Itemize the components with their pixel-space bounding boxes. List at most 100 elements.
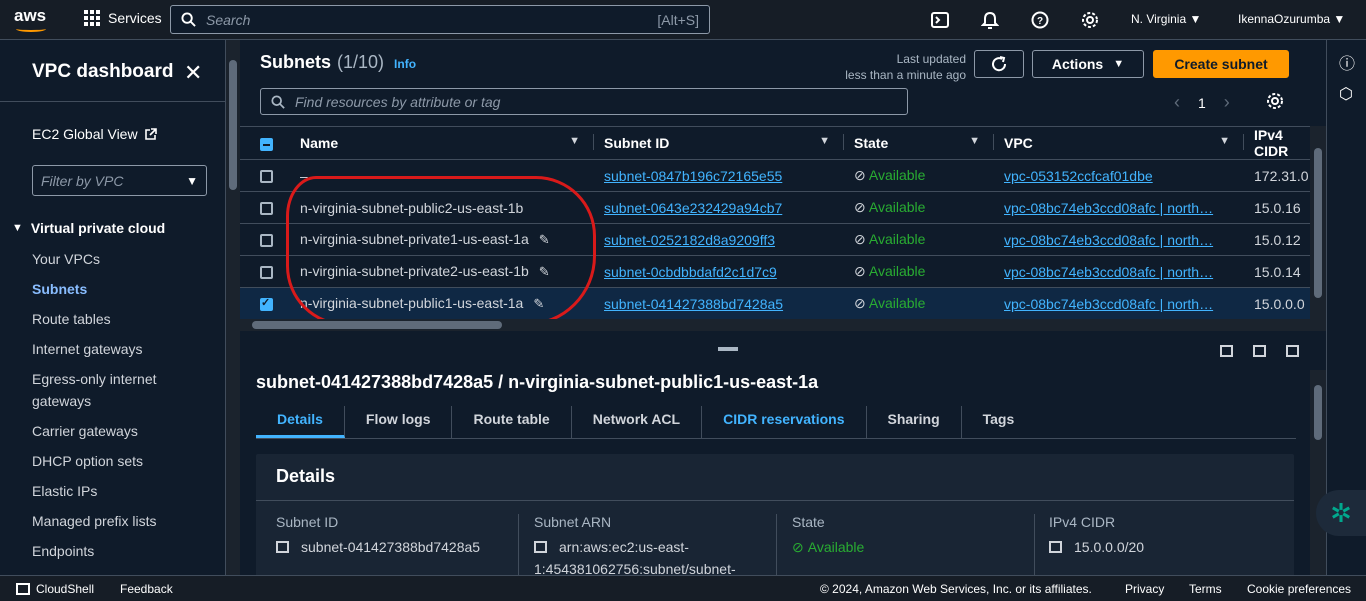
row-checkbox-checked[interactable] xyxy=(260,296,273,312)
refresh-button[interactable] xyxy=(974,50,1024,78)
sort-caret-icon[interactable]: ▼ xyxy=(969,135,980,147)
panel-bottom-icon[interactable] xyxy=(1220,345,1233,357)
field-value: Available xyxy=(807,539,865,555)
sidebar-section-virtual-private-cloud[interactable]: ▼ Virtual private cloud xyxy=(12,220,165,236)
vpc-link[interactable]: vpc-08bc74eb3ccd08afc | north… xyxy=(1004,296,1213,312)
sidebar-item-endpoints[interactable]: Endpoints xyxy=(32,540,212,570)
panel-full-icon[interactable] xyxy=(1286,345,1299,357)
vpc-link[interactable]: vpc-08bc74eb3ccd08afc | north… xyxy=(1004,264,1213,280)
info-circle-icon[interactable]: ⓘ xyxy=(1339,50,1355,74)
table-preferences-gear-icon[interactable] xyxy=(1266,92,1284,115)
sidebar-item-egress-only-internet-gateways[interactable]: Egress-only internet gateways xyxy=(32,368,212,420)
copy-icon[interactable] xyxy=(1049,541,1062,553)
panel-side-icon[interactable] xyxy=(1253,345,1266,357)
row-checkbox[interactable] xyxy=(260,266,273,280)
aws-logo[interactable]: aws xyxy=(14,6,52,34)
sidebar-item-dhcp-option-sets[interactable]: DHCP option sets xyxy=(32,450,212,480)
close-icon[interactable]: ✕ xyxy=(184,60,202,86)
row-checkbox[interactable] xyxy=(260,170,273,184)
sidebar-item-route-tables[interactable]: Route tables xyxy=(32,308,212,338)
table-horizontal-scrollbar[interactable] xyxy=(240,319,1310,331)
terms-link[interactable]: Terms xyxy=(1189,582,1222,596)
copy-icon[interactable] xyxy=(534,541,547,553)
account-menu[interactable]: IkennaOzurumba ▼ xyxy=(1238,12,1345,26)
row-checkbox[interactable] xyxy=(260,202,273,216)
notifications-bell-icon[interactable] xyxy=(978,8,1002,32)
sort-caret-icon[interactable]: ▼ xyxy=(1219,135,1230,147)
table-vertical-scrollbar[interactable] xyxy=(1310,126,1326,331)
settings-gear-icon[interactable] xyxy=(1078,8,1102,32)
vpc-link[interactable]: vpc-053152ccfcaf01dbe xyxy=(1004,168,1153,184)
subnet-id-link[interactable]: subnet-0847b196c72165e55 xyxy=(604,168,782,184)
select-all-cell[interactable] xyxy=(240,126,290,160)
help-icon[interactable]: ? xyxy=(1028,8,1052,32)
field-label: Subnet ARN xyxy=(534,514,612,530)
row-checkbox[interactable] xyxy=(260,234,273,248)
check-circle-icon: ⊘ xyxy=(792,539,804,555)
global-search-input[interactable]: Search [Alt+S] xyxy=(170,5,710,34)
cloudshell-button[interactable]: CloudShell xyxy=(16,582,94,596)
sidebar-item-carrier-gateways[interactable]: Carrier gateways xyxy=(32,420,212,450)
tab-flow-logs[interactable]: Flow logs xyxy=(345,406,453,438)
region-selector[interactable]: N. Virginia ▼ xyxy=(1131,12,1201,26)
chevron-left-icon[interactable]: ‹ xyxy=(1174,92,1180,113)
sidebar-item-internet-gateways[interactable]: Internet gateways xyxy=(32,338,212,368)
sidebar-item-elastic-ips[interactable]: Elastic IPs xyxy=(32,480,212,510)
detail-vertical-scrollbar[interactable] xyxy=(1310,370,1326,575)
tab-route-table[interactable]: Route table xyxy=(452,406,572,438)
sidebar-item-subnets[interactable]: Subnets xyxy=(32,278,212,308)
row-select-cell[interactable] xyxy=(240,191,290,224)
assistant-icon[interactable]: ✲ xyxy=(1316,490,1366,536)
column-header-ipv4-cidr[interactable]: IPv4 CIDR xyxy=(1244,126,1310,160)
find-resources-input[interactable]: Find resources by attribute or tag xyxy=(260,88,908,115)
column-header-subnet-id[interactable]: Subnet ID ▼ xyxy=(594,126,844,160)
actions-button[interactable]: Actions ▼ xyxy=(1032,50,1144,78)
split-panel-resize-handle[interactable] xyxy=(718,347,738,351)
tab-cidr-reservations[interactable]: CIDR reservations xyxy=(702,406,867,438)
hexagon-icon[interactable]: ⬡ xyxy=(1339,84,1353,104)
privacy-link[interactable]: Privacy xyxy=(1125,582,1164,596)
tab-network-acl[interactable]: Network ACL xyxy=(572,406,703,438)
row-select-cell[interactable] xyxy=(240,287,290,320)
cloudshell-icon[interactable] xyxy=(928,8,952,32)
filter-by-vpc-select[interactable]: Filter by VPC ▼ xyxy=(32,165,207,196)
vpc-link[interactable]: vpc-08bc74eb3ccd08afc | north… xyxy=(1004,200,1213,216)
vpc-cell: vpc-08bc74eb3ccd08afc | north… xyxy=(994,223,1244,256)
subnet-id-link[interactable]: subnet-0252182d8a9209ff3 xyxy=(604,232,775,248)
copy-icon[interactable] xyxy=(276,541,289,553)
row-select-cell[interactable] xyxy=(240,255,290,288)
table-header-row: Name ▼ Subnet ID ▼ State ▼ VPC ▼ IPv4 CIDR xyxy=(240,126,1310,160)
subnet-id-link[interactable]: subnet-0cbdbbdafd2c1d7c9 xyxy=(604,264,777,280)
subnet-id-link[interactable]: subnet-0643e232429a94cb7 xyxy=(604,200,782,216)
sort-caret-icon[interactable]: ▼ xyxy=(819,135,830,147)
tab-details[interactable]: Details xyxy=(256,406,345,438)
column-label: Name xyxy=(300,135,339,151)
create-subnet-button[interactable]: Create subnet xyxy=(1153,50,1289,78)
column-header-name[interactable]: Name ▼ xyxy=(290,126,594,160)
detail-tabs: Details Flow logs Route table Network AC… xyxy=(256,406,1035,438)
cookie-preferences-link[interactable]: Cookie preferences xyxy=(1247,582,1351,596)
pagination: ‹ 1 › xyxy=(1174,92,1230,113)
sidebar-item-your-vpcs[interactable]: Your VPCs xyxy=(32,248,212,278)
tab-sharing[interactable]: Sharing xyxy=(867,406,962,438)
page-number[interactable]: 1 xyxy=(1198,95,1206,111)
row-select-cell[interactable] xyxy=(240,159,290,192)
tab-tags[interactable]: Tags xyxy=(962,406,1036,438)
chevron-right-icon[interactable]: › xyxy=(1224,92,1230,113)
sort-caret-icon[interactable]: ▼ xyxy=(569,135,580,147)
sidebar-scrollbar[interactable] xyxy=(226,40,240,575)
subnet-id-link[interactable]: subnet-041427388bd7428a5 xyxy=(604,296,783,312)
cidr-text: 15.0.0.0 xyxy=(1254,295,1305,312)
row-select-cell[interactable] xyxy=(240,223,290,256)
services-menu-button[interactable]: Services xyxy=(84,10,162,26)
feedback-link[interactable]: Feedback xyxy=(120,582,173,596)
select-all-checkbox[interactable] xyxy=(260,137,273,151)
column-header-state[interactable]: State ▼ xyxy=(844,126,994,160)
vpc-link[interactable]: vpc-08bc74eb3ccd08afc | north… xyxy=(1004,232,1213,248)
sidebar-item-managed-prefix-lists[interactable]: Managed prefix lists xyxy=(32,510,212,540)
state-text: Available xyxy=(868,295,926,311)
ec2-global-view-link[interactable]: EC2 Global View xyxy=(32,126,157,142)
sidebar-title[interactable]: VPC dashboard xyxy=(32,61,173,83)
info-link[interactable]: Info xyxy=(394,57,416,71)
column-header-vpc[interactable]: VPC ▼ xyxy=(994,126,1244,160)
